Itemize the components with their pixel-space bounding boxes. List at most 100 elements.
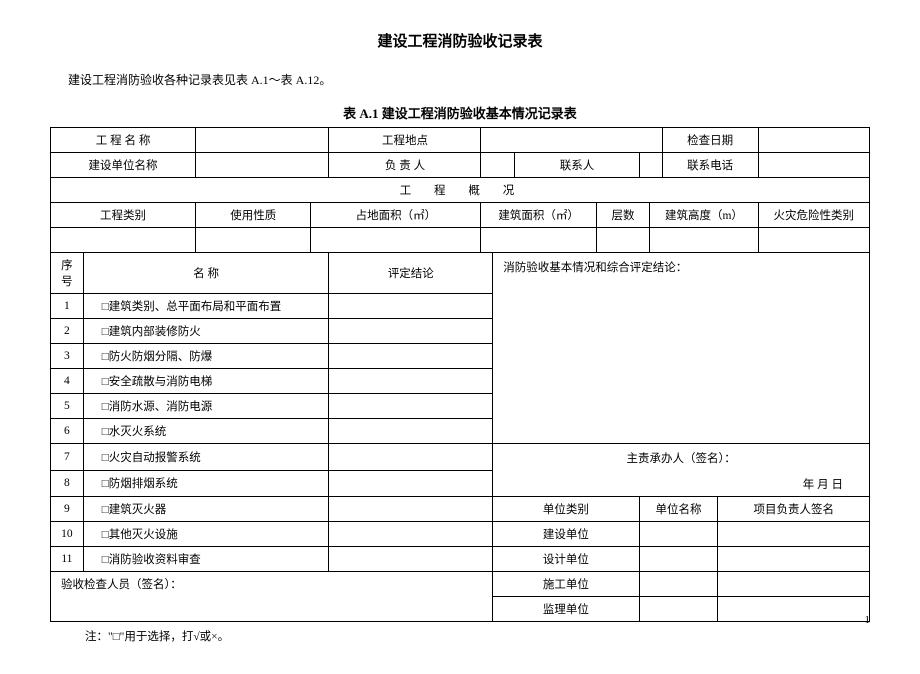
project-location-label: 工程地点 <box>329 128 481 153</box>
row-num: 7 <box>51 444 84 471</box>
overview-labels-row: 工程类别 使用性质 占地面积（㎡） 建筑面积（㎡） 层数 建筑高度（m） 火灾危… <box>51 203 870 228</box>
conclusion-area[interactable]: 消防验收基本情况和综合评定结论： <box>493 253 870 444</box>
project-location-value[interactable] <box>481 128 662 153</box>
row-result[interactable] <box>329 547 493 572</box>
row-num: 11 <box>51 547 84 572</box>
unit-type-header: 单位类别 <box>493 497 639 522</box>
col-floors: 层数 <box>596 203 650 228</box>
footnote: 注："□"用于选择，打√或×。 <box>50 628 870 644</box>
row-name[interactable]: □防火防烟分隔、防爆 <box>83 344 329 369</box>
inspector-sign-area[interactable]: 验收检查人员（签名）： <box>51 572 493 622</box>
col-hazard: 火灾危险性类别 <box>758 203 869 228</box>
page-title: 建设工程消防验收记录表 <box>50 30 870 51</box>
construction-unit-value[interactable] <box>196 153 329 178</box>
phone-value[interactable] <box>758 153 869 178</box>
unit-name-header: 单位名称 <box>639 497 718 522</box>
table-row: 11 □消防验收资料审查 设计单位 <box>51 547 870 572</box>
unit-label: 设计单位 <box>493 547 639 572</box>
col-height: 建筑高度（m） <box>650 203 758 228</box>
row-result[interactable] <box>329 444 493 471</box>
project-name-value[interactable] <box>196 128 329 153</box>
signer-label: 主责承办人（签名）： <box>499 450 863 466</box>
overview-header: 工 程 概 况 <box>51 178 870 203</box>
contact-value[interactable] <box>639 153 662 178</box>
table-row: 9 □建筑灭火器 单位类别 单位名称 项目负责人签名 <box>51 497 870 522</box>
row-result[interactable] <box>329 394 493 419</box>
header-row-1: 工 程 名 称 工程地点 检查日期 <box>51 128 870 153</box>
inspector-sign-label: 验收检查人员（签名）： <box>61 579 182 591</box>
row-num: 2 <box>51 319 84 344</box>
unit-sign-value[interactable] <box>718 547 870 572</box>
unit-name-value[interactable] <box>639 597 718 622</box>
row-name[interactable]: □建筑类别、总平面布局和平面布置 <box>83 294 329 319</box>
row-name[interactable]: □其他灭火设施 <box>83 522 329 547</box>
row-result[interactable] <box>329 522 493 547</box>
unit-sign-header: 项目负责人签名 <box>718 497 870 522</box>
row-num: 1 <box>51 294 84 319</box>
unit-label: 监理单位 <box>493 597 639 622</box>
row-num: 4 <box>51 369 84 394</box>
phone-label: 联系电话 <box>662 153 758 178</box>
col-type: 工程类别 <box>51 203 196 228</box>
val-height[interactable] <box>650 228 758 253</box>
table-caption: 表 A.1 建设工程消防验收基本情况记录表 <box>50 103 870 122</box>
list-header-num: 序号 <box>51 253 84 294</box>
row-num: 5 <box>51 394 84 419</box>
page-number: 1 <box>865 614 871 626</box>
main-table: 工 程 名 称 工程地点 检查日期 建设单位名称 负 责 人 联系人 联系电话 … <box>50 127 870 622</box>
check-date-value[interactable] <box>758 128 869 153</box>
val-floors[interactable] <box>596 228 650 253</box>
unit-label: 建设单位 <box>493 522 639 547</box>
inspector-row: 验收检查人员（签名）： 施工单位 <box>51 572 870 597</box>
list-header-name: 名 称 <box>83 253 329 294</box>
construction-unit-label: 建设单位名称 <box>51 153 196 178</box>
intro-text: 建设工程消防验收各种记录表见表 A.1～表 A.12。 <box>50 71 870 88</box>
row-result[interactable] <box>329 319 493 344</box>
responsible-value[interactable] <box>481 153 515 178</box>
row-name[interactable]: □建筑内部装修防火 <box>83 319 329 344</box>
unit-sign-value[interactable] <box>718 572 870 597</box>
header-row-2: 建设单位名称 负 责 人 联系人 联系电话 <box>51 153 870 178</box>
row-result[interactable] <box>329 369 493 394</box>
row-result[interactable] <box>329 470 493 497</box>
unit-name-value[interactable] <box>639 547 718 572</box>
check-date-label: 检查日期 <box>662 128 758 153</box>
val-land-area[interactable] <box>311 228 481 253</box>
unit-name-value[interactable] <box>639 522 718 547</box>
row-name[interactable]: □消防验收资料审查 <box>83 547 329 572</box>
val-hazard[interactable] <box>758 228 869 253</box>
list-header-row: 序号 名 称 评定结论 消防验收基本情况和综合评定结论： <box>51 253 870 294</box>
col-land-area: 占地面积（㎡） <box>311 203 481 228</box>
row-result[interactable] <box>329 497 493 522</box>
row-num: 8 <box>51 470 84 497</box>
row-name[interactable]: □消防水源、消防电源 <box>83 394 329 419</box>
val-type[interactable] <box>51 228 196 253</box>
row-result[interactable] <box>329 419 493 444</box>
overview-values-row <box>51 228 870 253</box>
unit-sign-value[interactable] <box>718 522 870 547</box>
row-name[interactable]: □安全疏散与消防电梯 <box>83 369 329 394</box>
row-num: 6 <box>51 419 84 444</box>
row-name[interactable]: □建筑灭火器 <box>83 497 329 522</box>
row-num: 9 <box>51 497 84 522</box>
val-building-area[interactable] <box>481 228 596 253</box>
col-building-area: 建筑面积（㎡） <box>481 203 596 228</box>
signer-area[interactable]: 主责承办人（签名）： 年 月 日 <box>493 444 870 497</box>
responsible-label: 负 责 人 <box>329 153 481 178</box>
row-num: 10 <box>51 522 84 547</box>
conclusion-label: 消防验收基本情况和综合评定结论： <box>503 262 687 274</box>
project-name-label: 工 程 名 称 <box>51 128 196 153</box>
row-result[interactable] <box>329 294 493 319</box>
unit-label: 施工单位 <box>493 572 639 597</box>
unit-sign-value[interactable] <box>718 597 870 622</box>
row-result[interactable] <box>329 344 493 369</box>
row-name[interactable]: □防烟排烟系统 <box>83 470 329 497</box>
contact-label: 联系人 <box>515 153 639 178</box>
val-use[interactable] <box>196 228 311 253</box>
row-num: 3 <box>51 344 84 369</box>
unit-name-value[interactable] <box>639 572 718 597</box>
row-name[interactable]: □水灭火系统 <box>83 419 329 444</box>
table-row: 10 □其他灭火设施 建设单位 <box>51 522 870 547</box>
row-name[interactable]: □火灾自动报警系统 <box>83 444 329 471</box>
list-header-result: 评定结论 <box>329 253 493 294</box>
